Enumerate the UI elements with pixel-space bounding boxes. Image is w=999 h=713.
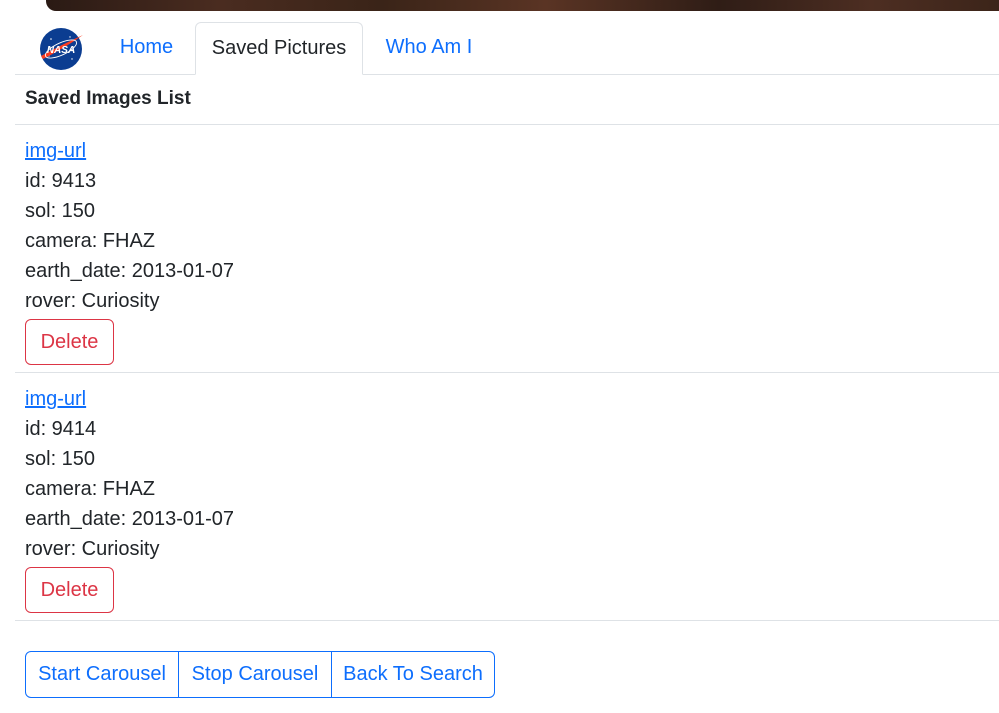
divider [15, 620, 999, 621]
nasa-logo[interactable]: NASA [37, 25, 85, 73]
tab-home[interactable]: Home [105, 22, 188, 73]
stop-carousel-button[interactable]: Stop Carousel [179, 651, 332, 698]
header-banner-image [46, 0, 999, 11]
image-earth-date: earth_date: 2013-01-07 [25, 260, 235, 282]
page-title: Saved Images List [25, 88, 191, 109]
image-earth-date: earth_date: 2013-01-07 [25, 508, 235, 530]
list-item: img-url id: 9414 sol: 150 camera: FHAZ e… [25, 384, 525, 613]
image-rover: rover: Curiosity [25, 538, 160, 560]
image-sol: sol: 150 [25, 200, 96, 222]
image-camera: camera: FHAZ [25, 478, 156, 500]
divider [15, 372, 999, 373]
tab-who-am-i[interactable]: Who Am I [370, 22, 488, 73]
nasa-logo-text: NASA [47, 45, 75, 56]
start-carousel-button[interactable]: Start Carousel [25, 651, 179, 698]
image-sol: sol: 150 [25, 448, 96, 470]
tab-saved-pictures[interactable]: Saved Pictures [195, 22, 363, 75]
image-rover: rover: Curiosity [25, 290, 160, 312]
delete-button[interactable]: Delete [25, 319, 114, 365]
image-camera: camera: FHAZ [25, 230, 156, 252]
carousel-controls: Start Carousel Stop Carousel Back To Sea… [25, 651, 495, 698]
back-to-search-button[interactable]: Back To Search [332, 651, 495, 698]
img-url-link[interactable]: img-url [25, 140, 86, 162]
image-id: id: 9414 [25, 418, 97, 440]
list-item: img-url id: 9413 sol: 150 camera: FHAZ e… [25, 136, 525, 365]
divider [15, 124, 999, 125]
image-id: id: 9413 [25, 170, 97, 192]
delete-button[interactable]: Delete [25, 567, 114, 613]
nav-tabs: NASA Home Saved Pictures Who Am I [15, 22, 999, 75]
img-url-link[interactable]: img-url [25, 388, 86, 410]
